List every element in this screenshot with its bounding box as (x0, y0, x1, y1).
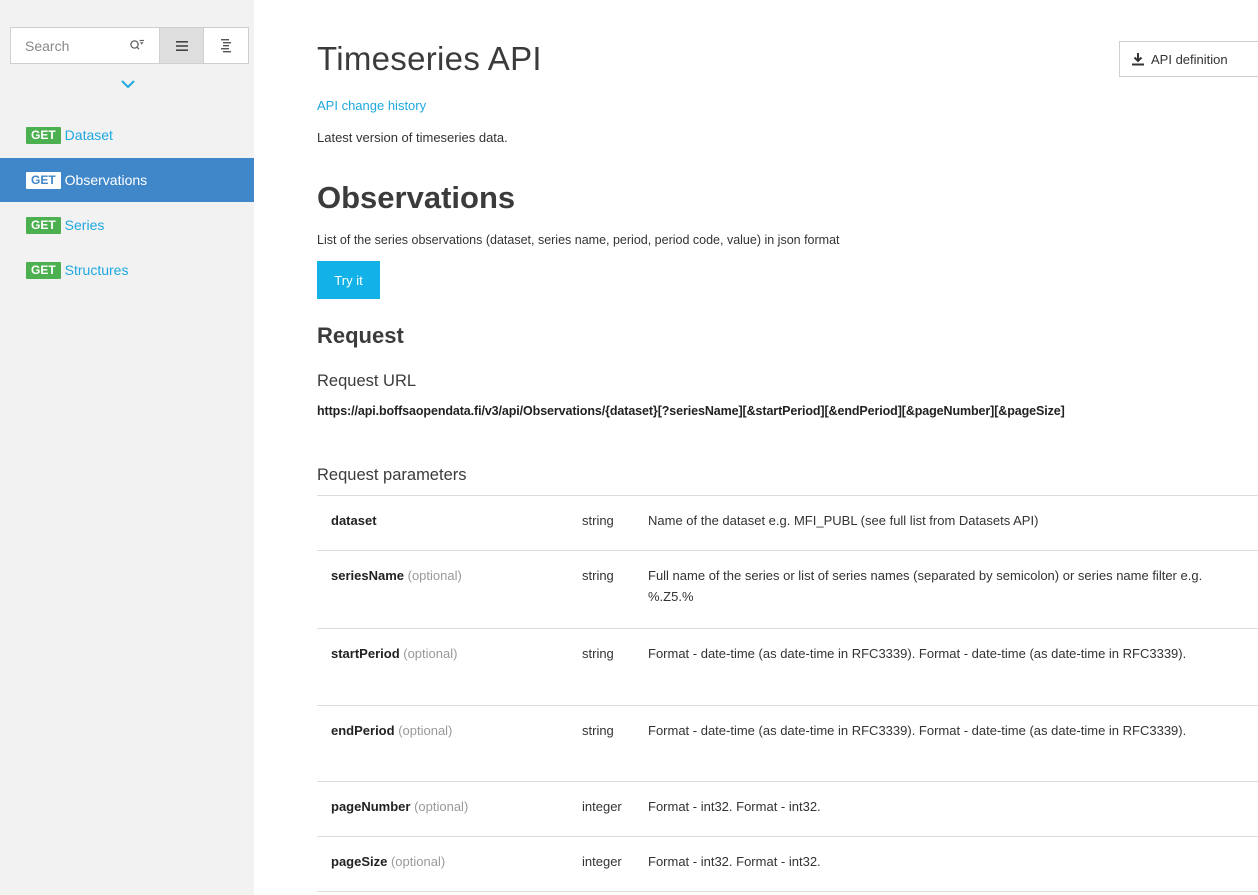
search-filter-icon[interactable] (129, 38, 145, 54)
get-method-badge: GET (26, 126, 61, 144)
param-name: seriesName (optional) (331, 568, 462, 583)
table-row: dataset string Name of the dataset e.g. … (317, 496, 1258, 551)
nav-item-structures[interactable]: GET Structures (0, 248, 254, 292)
tag-view-button[interactable] (204, 28, 248, 63)
nav-item-observations[interactable]: GET Observations (0, 158, 254, 202)
param-description: Full name of the series or list of serie… (648, 568, 1203, 604)
param-name: pageNumber (optional) (331, 799, 469, 814)
get-method-badge: GET (26, 261, 61, 279)
table-row: seriesName (optional) string Full name o… (317, 551, 1258, 629)
grouped-list-icon (221, 38, 232, 52)
try-it-button[interactable]: Try it (317, 261, 380, 299)
chevron-down-icon[interactable] (119, 77, 137, 91)
api-definition-label: API definition (1151, 51, 1228, 67)
request-parameters-heading: Request parameters (317, 466, 467, 484)
request-parameters-table: dataset string Name of the dataset e.g. … (317, 495, 1258, 892)
nav-item-label: Dataset (64, 127, 113, 143)
api-change-history-link[interactable]: API change history (317, 98, 426, 113)
param-name: startPeriod (optional) (331, 646, 458, 661)
nav-item-dataset[interactable]: GET Dataset (0, 113, 254, 157)
table-row: endPeriod (optional) string Format - dat… (317, 706, 1258, 782)
api-description: Latest version of timeseries data. (317, 130, 508, 145)
param-name: dataset (331, 513, 377, 528)
nav-item-label: Series (64, 217, 105, 233)
param-type: string (582, 646, 614, 661)
param-description: Format - int32. Format - int32. (648, 799, 821, 814)
request-heading: Request (317, 323, 404, 348)
table-row: startPeriod (optional) string Format - d… (317, 629, 1258, 706)
request-url: https://api.boffsaopendata.fi/v3/api/Obs… (317, 404, 1065, 418)
param-description: Format - int32. Format - int32. (648, 854, 821, 869)
search-input-wrap (11, 28, 161, 63)
param-description: Name of the dataset e.g. MFI_PUBL (see f… (648, 513, 1039, 528)
api-definition-button[interactable]: API definition (1119, 41, 1258, 77)
search-box (10, 27, 249, 64)
param-type: string (582, 723, 614, 738)
param-type: integer (582, 799, 622, 814)
list-view-button[interactable] (160, 28, 205, 63)
param-name: pageSize (optional) (331, 854, 446, 869)
table-row: pageNumber (optional) integer Format - i… (317, 782, 1258, 837)
sidebar: GET Dataset GET Observations GET Series … (0, 0, 254, 895)
operation-description: List of the series observations (dataset… (317, 233, 840, 247)
nav-item-series[interactable]: GET Series (0, 203, 254, 247)
param-type: integer (582, 854, 622, 869)
get-method-badge: GET (26, 216, 61, 234)
download-icon (1132, 53, 1144, 66)
list-icon (175, 40, 188, 51)
param-name: endPeriod (optional) (331, 723, 453, 738)
operation-title: Observations (317, 180, 516, 215)
table-row: pageSize (optional) integer Format - int… (317, 837, 1258, 892)
param-description: Format - date-time (as date-time in RFC3… (648, 723, 1187, 738)
param-type: string (582, 513, 614, 528)
param-type: string (582, 568, 614, 583)
nav-item-label: Structures (64, 262, 129, 278)
request-url-heading: Request URL (317, 372, 417, 390)
page-title: Timeseries API (317, 40, 542, 77)
param-description: Format - date-time (as date-time in RFC3… (648, 646, 1187, 661)
get-method-badge: GET (26, 171, 61, 189)
operation-nav-list: GET Dataset GET Observations GET Series … (0, 113, 254, 293)
nav-item-label: Observations (64, 172, 148, 188)
